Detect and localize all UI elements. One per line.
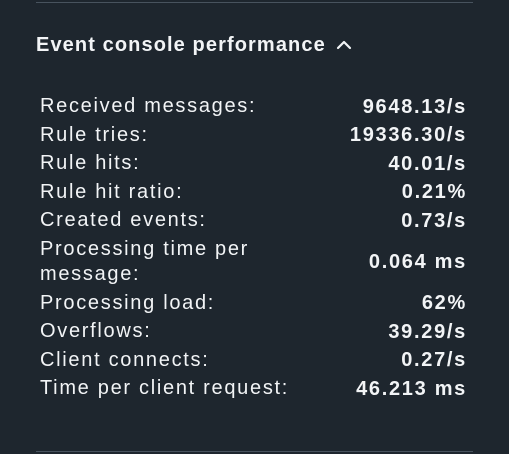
stat-label: Processing time per message: <box>40 237 250 286</box>
stat-value: 0.27/s <box>401 349 467 372</box>
stat-row-rule-hits: Rule hits: 40.01/s <box>40 150 467 179</box>
stat-value: 0.064 ms <box>368 251 467 273</box>
stat-label: Received messages: <box>40 95 257 117</box>
panel-title: Event console performance <box>36 33 326 56</box>
stat-row-received-messages: Received messages: 9648.13/s <box>40 93 467 122</box>
top-divider <box>36 2 473 3</box>
stat-label: Time per client request: <box>40 377 290 399</box>
stat-row-processing-load: Processing load: 62% <box>40 290 467 319</box>
stat-value: 46.213 ms <box>356 377 467 400</box>
stat-value: 39.29/s <box>388 320 467 343</box>
stat-row-client-connects: Client connects: 0.27/s <box>40 347 467 376</box>
stat-value: 9648.13/s <box>362 95 467 118</box>
stat-value: 19336.30/s <box>349 124 467 147</box>
event-console-performance-toggle[interactable]: Event console performance <box>36 30 352 60</box>
stat-label: Rule tries: <box>40 123 149 146</box>
chevron-up-icon[interactable] <box>336 37 352 53</box>
stat-label: Created events: <box>40 209 207 231</box>
stat-value: 0.73/s <box>401 209 467 232</box>
stat-label: Processing load: <box>40 291 216 314</box>
stat-value: 0.21% <box>401 181 467 204</box>
stat-row-rule-tries: Rule tries: 19336.30/s <box>40 122 467 151</box>
stat-row-rule-hit-ratio: Rule hit ratio: 0.21% <box>40 179 467 208</box>
stat-value: 62% <box>421 292 467 315</box>
stat-row-created-events: Created events: 0.73/s <box>40 207 467 236</box>
stat-label: Client connects: <box>40 348 210 371</box>
stat-row-overflows: Overflows: 39.29/s <box>40 318 467 347</box>
stat-label: Rule hit ratio: <box>40 180 184 203</box>
stat-label: Overflows: <box>40 320 152 342</box>
performance-stats-table: Received messages: 9648.13/s Rule tries:… <box>40 93 467 404</box>
stat-label: Rule hits: <box>40 152 141 174</box>
stat-value: 40.01/s <box>388 152 467 175</box>
stat-row-time-per-client-request: Time per client request: 46.213 ms <box>40 375 467 404</box>
stat-row-processing-time-per-message: Processing time per message: 0.064 ms <box>40 236 467 290</box>
bottom-divider <box>36 451 473 452</box>
